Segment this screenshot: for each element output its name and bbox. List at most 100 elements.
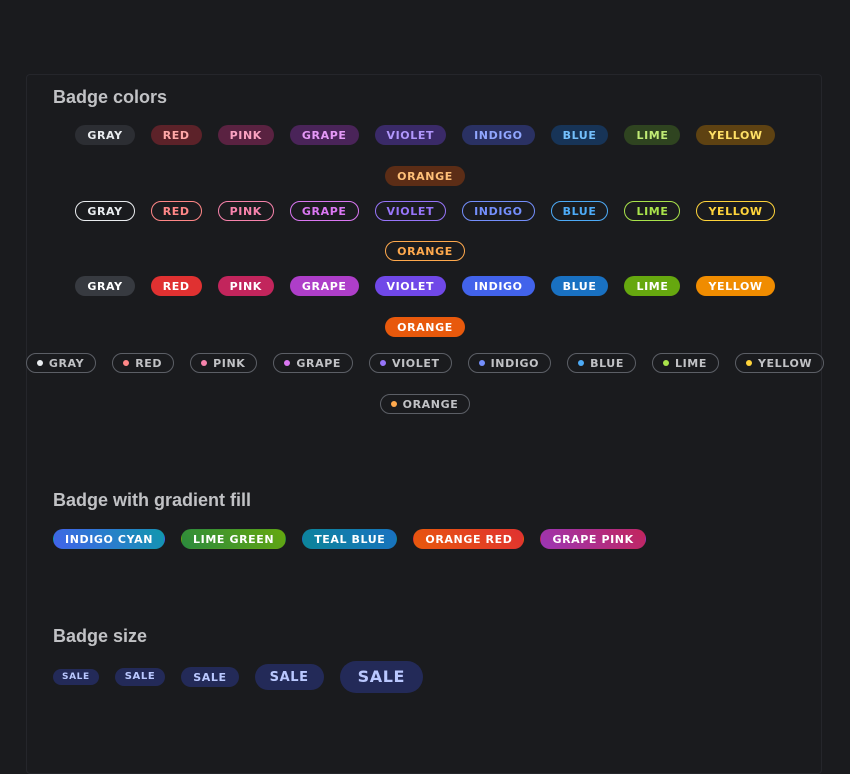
badge-label: BLUE (562, 279, 597, 293)
light-badge-yellow: YELLOW (696, 125, 775, 145)
badge-label: GRAY (87, 128, 123, 142)
dot-icon (36, 360, 43, 366)
dot-icon (201, 360, 208, 366)
badge-label: GRAY (87, 279, 123, 293)
badge-label: YELLOW (708, 279, 763, 293)
gradient-badge-lime-green: LIME GREEN (181, 529, 287, 549)
badge-label: BLUE (590, 356, 624, 370)
badge-label: YELLOW (708, 128, 763, 142)
badge-label: ORANGE (402, 397, 459, 411)
gradient-badge-grape-pink: GRAPE PINK (540, 529, 646, 549)
badge-label: BLUE (562, 204, 597, 218)
badge-label: ORANGE (397, 320, 453, 334)
dot-icon (662, 360, 669, 366)
filled-badge-pink: PINK (217, 276, 274, 296)
size-badge-md: SALE (181, 667, 239, 687)
filled-badges-row-2: ORANGE (27, 317, 823, 337)
badge-label: ORANGE (397, 169, 453, 183)
dot-badges-row-1: GRAY RED PINK GRAPE VIOLET INDIGO BLUE LIME YELL… (25, 353, 825, 373)
gradient-badge-teal-blue: TEAL BLUE (302, 529, 398, 549)
dot-icon (478, 360, 485, 366)
filled-badge-grape: GRAPE (289, 276, 359, 296)
badge-label: ORANGE (397, 244, 453, 258)
badge-label: PINK (229, 279, 262, 293)
filled-badge-orange: ORANGE (385, 317, 465, 337)
dot-badge-indigo: INDIGO (467, 353, 552, 373)
badge-label: LIME GREEN (193, 532, 275, 546)
badge-label: GRAY (48, 356, 85, 370)
badge-label: SALE (124, 671, 156, 682)
outline-badge-pink: PINK (217, 201, 274, 221)
light-badge-grape: GRAPE (289, 125, 359, 145)
badge-label: BLUE (562, 128, 597, 142)
demo-panel: Badge colors GRAY RED PINK GRAPE VIOLET INDIG… (25, 74, 825, 774)
badge-label: INDIGO (474, 279, 523, 293)
outline-badge-indigo: INDIGO (462, 201, 535, 221)
outline-badge-violet: VIOLET (374, 201, 447, 221)
badge-label: PINK (229, 128, 262, 142)
dot-badge-yellow: YELLOW (734, 353, 825, 373)
badge-label: VIOLET (386, 204, 435, 218)
light-badge-pink: PINK (217, 125, 274, 145)
filled-badge-red: RED (150, 276, 202, 296)
badge-label: RED (135, 356, 163, 370)
dot-badge-red: RED (112, 353, 175, 373)
badge-label: ORANGE RED (425, 532, 513, 546)
badge-label: INDIGO CYAN (65, 532, 154, 546)
badge-label: SALE (193, 670, 227, 684)
badge-label: SALE (269, 669, 309, 685)
dot-icon (578, 360, 585, 366)
badge-label: VIOLET (386, 279, 435, 293)
badge-label: LIME (636, 204, 669, 218)
badge-label: YELLOW (757, 356, 813, 370)
dot-badge-blue: BLUE (567, 353, 636, 373)
light-badges-row-1: GRAY RED PINK GRAPE VIOLET INDIGO BLUE LIME YELL… (27, 125, 823, 145)
dot-icon (284, 360, 291, 366)
dot-icon (123, 360, 130, 366)
gradient-badges-row: INDIGO CYAN LIME GREEN TEAL BLUE ORANGE RED… (53, 529, 813, 549)
badge-colors-title: Badge colors (53, 87, 168, 107)
outline-badge-lime: LIME (624, 201, 681, 221)
dot-badge-gray: GRAY (25, 353, 97, 373)
badge-label: GRAPE PINK (552, 532, 634, 546)
filled-badge-indigo: INDIGO (462, 276, 535, 296)
dot-badges-row-2: ORANGE (27, 394, 823, 414)
badge-label: INDIGO (474, 204, 523, 218)
badge-label: GRAPE (301, 204, 347, 218)
size-badge-sm: SALE (114, 668, 166, 686)
badge-size-title: Badge size (53, 626, 148, 646)
badge-label: SALE (357, 667, 406, 686)
dot-icon (380, 360, 386, 366)
outline-badge-grape: GRAPE (289, 201, 359, 221)
outline-badge-blue: BLUE (550, 201, 609, 221)
dot-badge-pink: PINK (190, 353, 258, 373)
light-badges-row-2: ORANGE (27, 166, 823, 186)
badge-label: VIOLET (386, 128, 435, 142)
badge-label: TEAL BLUE (314, 532, 386, 546)
badge-label: YELLOW (708, 204, 763, 218)
size-badges-row: SALE SALE SALE SALE SALE (53, 661, 813, 693)
light-badge-red: RED (150, 125, 202, 145)
light-badge-orange: ORANGE (385, 166, 465, 186)
outline-badge-red: RED (150, 201, 202, 221)
filled-badges-row-1: GRAY RED PINK GRAPE VIOLET INDIGO BLUE LIME YELL… (27, 276, 823, 296)
size-badge-xl: SALE (339, 661, 424, 693)
badge-label: LIME (636, 279, 669, 293)
badge-label: GRAPE (301, 279, 347, 293)
outline-badge-yellow: YELLOW (696, 201, 775, 221)
dot-badge-lime: LIME (651, 353, 719, 373)
badge-label: RED (162, 204, 190, 218)
size-badge-xs: SALE (53, 669, 99, 685)
dot-icon (390, 401, 397, 407)
badge-gradient-title: Badge with gradient fill (53, 490, 252, 510)
badge-label: RED (162, 279, 190, 293)
badge-label: LIME (636, 128, 669, 142)
size-badge-lg: SALE (254, 664, 324, 690)
outline-badge-gray: GRAY (75, 201, 135, 221)
dot-badge-violet: VIOLET (369, 353, 452, 373)
light-badge-lime: LIME (624, 125, 681, 145)
badge-label: VIOLET (392, 356, 440, 370)
badge-label: GRAY (87, 204, 123, 218)
filled-badge-blue: BLUE (550, 276, 609, 296)
badge-label: LIME (674, 356, 707, 370)
